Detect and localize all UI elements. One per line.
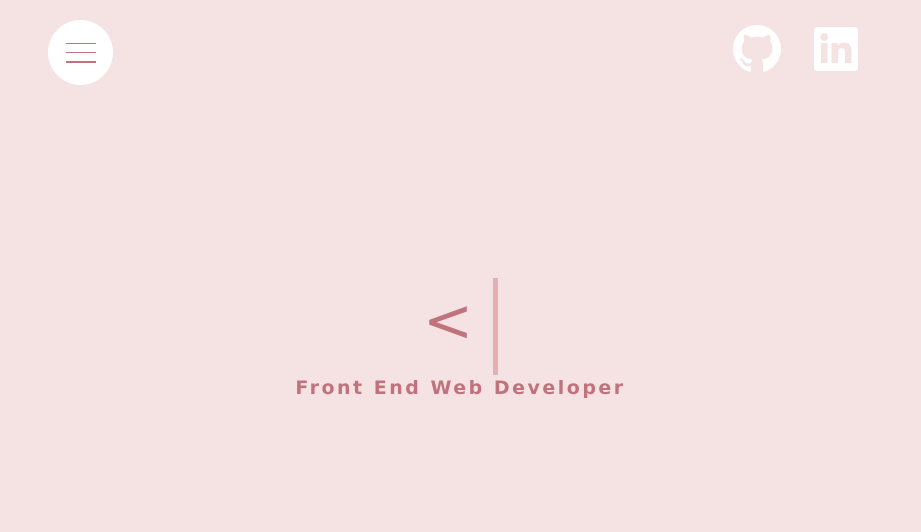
- typed-text: <: [422, 285, 474, 356]
- hero: <: [0, 278, 921, 375]
- github-link[interactable]: [733, 25, 781, 73]
- github-icon: [733, 25, 781, 72]
- hero-subtitle: Front End Web Developer: [295, 377, 626, 399]
- page: < Front End Web Developer: [0, 0, 921, 532]
- linkedin-icon: [814, 27, 858, 71]
- linkedin-link[interactable]: [814, 27, 858, 71]
- hamburger-menu-icon: [65, 42, 96, 63]
- menu-button[interactable]: [48, 20, 113, 85]
- typed-code-line: <: [422, 278, 499, 375]
- text-cursor: [493, 278, 499, 375]
